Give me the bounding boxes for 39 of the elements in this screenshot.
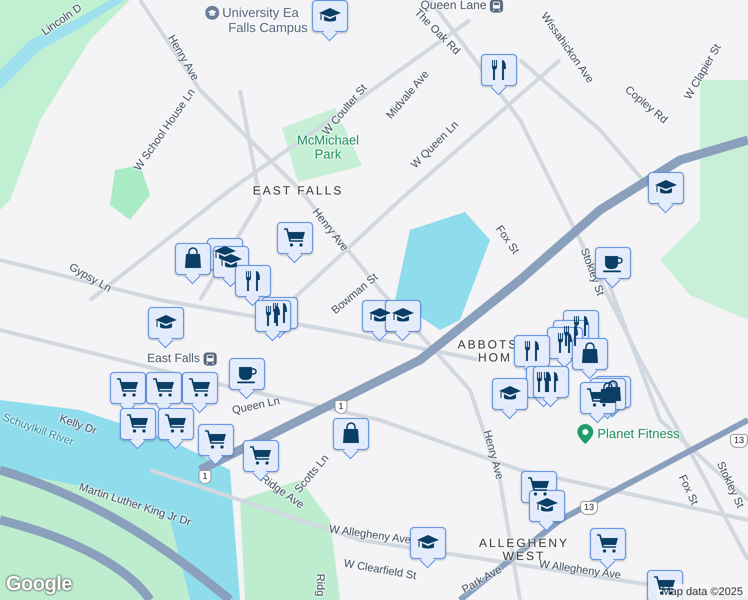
street-label: Ridg [314,574,326,596]
street-label: W Allegheny Ave [538,558,622,582]
street-label: Henry Ave [480,429,506,481]
map-marker[interactable] [410,527,448,567]
graduation-cap-icon [205,6,220,20]
map-marker[interactable] [229,358,267,398]
neighborhood-label: EAST FALLS [252,184,344,198]
map-marker[interactable] [120,408,158,448]
neighborhood-label: HOM [478,351,512,365]
map-marker[interactable] [182,372,220,412]
park-label: McMichael Park [296,134,360,162]
map-marker[interactable] [333,418,371,458]
map-marker[interactable] [312,0,350,40]
location-pin-icon [576,424,594,444]
street-label: W Clearfield St [342,558,418,582]
station-label: East Falls [147,352,200,366]
street-label: Queen Ln [231,395,281,417]
street-label: Fox St [676,473,700,507]
map-marker[interactable] [158,408,196,448]
map-marker[interactable] [529,490,567,530]
map-marker[interactable] [492,378,530,418]
map-marker[interactable] [481,54,519,94]
route-shield: 13 [730,434,748,448]
street-label: Stokley St [578,246,606,298]
street-label: Fox St [492,224,522,256]
street-label: W Allegheny Ave [328,523,412,547]
map-marker[interactable] [148,307,186,347]
gym-label: Planet Fitness [597,426,680,442]
route-shield: 1 [334,400,348,414]
map-marker[interactable] [385,300,423,340]
route-shield: 13 [580,501,598,515]
campus-label: University Ea [222,6,299,20]
street-label: Martin Luther King Jr Dr [78,481,192,529]
street-label: Park Ave [460,564,504,596]
train-icon [202,352,217,366]
map-marker[interactable] [648,172,686,212]
map-marker[interactable] [198,424,236,464]
map-logo: Google [6,573,72,596]
campus-label: Falls Campus [228,20,308,36]
